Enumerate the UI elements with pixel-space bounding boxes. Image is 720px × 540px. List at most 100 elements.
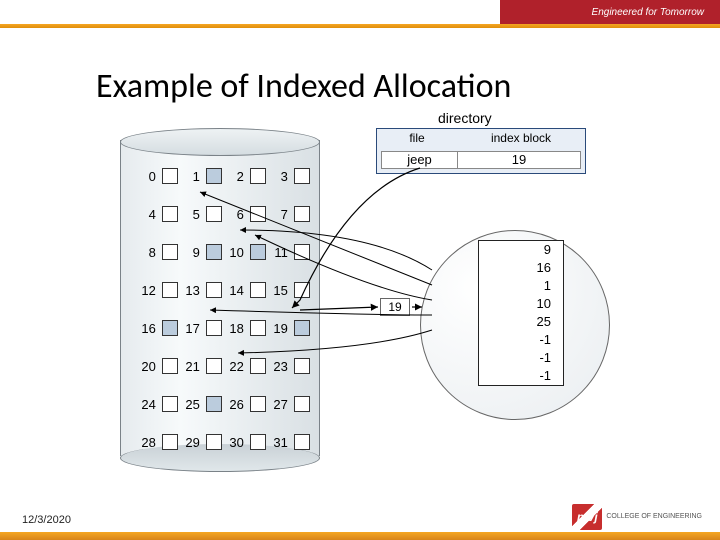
header-gold-bar — [0, 24, 720, 28]
block-number-label: 1 — [184, 169, 200, 184]
disk-block — [206, 206, 222, 222]
disk-row: 0 1 2 3 — [140, 168, 310, 184]
block-number-label: 13 — [184, 283, 200, 298]
block-number-label: 9 — [184, 245, 200, 260]
disk-block — [250, 320, 266, 336]
block-number-label: 27 — [272, 397, 288, 412]
block-number-label: 29 — [184, 435, 200, 450]
block-number-label: 22 — [228, 359, 244, 374]
index-entry: -1 — [479, 331, 563, 349]
directory-col-file: file — [377, 131, 457, 145]
block-number-label: 30 — [228, 435, 244, 450]
block-number-label: 31 — [272, 435, 288, 450]
disk-block — [206, 244, 222, 260]
disk-block — [294, 168, 310, 184]
disk-block — [162, 396, 178, 412]
block-number-label: 19 — [272, 321, 288, 336]
index-entry: 25 — [479, 313, 563, 331]
block-number-label: 2 — [228, 169, 244, 184]
directory-heading: directory — [438, 110, 492, 126]
disk-block — [294, 358, 310, 374]
disk-block — [250, 206, 266, 222]
disk-row: 12 13 14 15 — [140, 282, 310, 298]
disk-block — [294, 282, 310, 298]
block-number-label: 26 — [228, 397, 244, 412]
disk-block — [162, 282, 178, 298]
index-entry: -1 — [479, 367, 563, 385]
block-number-label: 12 — [140, 283, 156, 298]
disk-block — [250, 168, 266, 184]
disk-block — [206, 434, 222, 450]
disk-block — [250, 244, 266, 260]
header-tagline: Engineered for Tomorrow — [552, 0, 720, 24]
disk-block — [206, 320, 222, 336]
directory-entry-index: 19 — [458, 152, 580, 168]
disk-block — [206, 396, 222, 412]
directory-header-row: file index block — [377, 131, 585, 145]
index-block-id-box: 19 — [380, 298, 410, 316]
index-entry: 10 — [479, 295, 563, 313]
disk-block — [162, 434, 178, 450]
disk-block — [250, 282, 266, 298]
disk-block — [162, 168, 178, 184]
disk-block — [162, 244, 178, 260]
disk-block — [294, 434, 310, 450]
disk-block — [294, 206, 310, 222]
block-number-label: 14 — [228, 283, 244, 298]
disk-block — [250, 434, 266, 450]
disk-block — [162, 206, 178, 222]
directory-table: file index block jeep 19 — [376, 128, 586, 174]
block-number-label: 24 — [140, 397, 156, 412]
diagram-area: 0123456789101112131415161718192021222324… — [120, 110, 620, 490]
disk-block — [250, 396, 266, 412]
index-entry: -1 — [479, 349, 563, 367]
block-number-label: 6 — [228, 207, 244, 222]
footer-gold-bar — [0, 532, 720, 540]
disk-block — [206, 282, 222, 298]
block-number-label: 10 — [228, 245, 244, 260]
block-number-label: 5 — [184, 207, 200, 222]
disk-block — [250, 358, 266, 374]
index-entry: 9 — [479, 241, 563, 259]
disk-row: 16171819 — [140, 320, 310, 336]
disk-row: 24 25 26 27 — [140, 396, 310, 412]
disk-cylinder: 0123456789101112131415161718192021222324… — [120, 128, 320, 468]
index-entry: 1 — [479, 277, 563, 295]
block-number-label: 4 — [140, 207, 156, 222]
slide-header: Engineered for Tomorrow — [0, 0, 720, 52]
block-number-label: 18 — [228, 321, 244, 336]
disk-block — [294, 396, 310, 412]
logo-icon: mvj — [572, 504, 602, 530]
disk-row: 28 29 30 31 — [140, 434, 310, 450]
page-title: Example of Indexed Allocation — [0, 52, 720, 107]
block-number-label: 28 — [140, 435, 156, 450]
disk-block — [206, 358, 222, 374]
index-block-contents: 91611025-1-1-1 — [478, 240, 564, 386]
footer-date: 12/3/2020 — [22, 514, 71, 526]
logo-subtext: COLLEGE OF ENGINEERING — [606, 513, 702, 521]
block-number-label: 25 — [184, 397, 200, 412]
index-entry: 16 — [479, 259, 563, 277]
disk-row: 4 5 6 7 — [140, 206, 310, 222]
block-number-label: 23 — [272, 359, 288, 374]
disk-block — [162, 320, 178, 336]
disk-block — [294, 244, 310, 260]
block-number-label: 20 — [140, 359, 156, 374]
footer-logo: mvj COLLEGE OF ENGINEERING — [572, 504, 702, 530]
block-number-label: 0 — [140, 169, 156, 184]
directory-entry-file: jeep — [382, 152, 458, 168]
directory-col-index: index block — [457, 131, 585, 145]
block-number-label: 15 — [272, 283, 288, 298]
disk-block — [294, 320, 310, 336]
block-number-label: 16 — [140, 321, 156, 336]
block-number-label: 21 — [184, 359, 200, 374]
block-number-label: 11 — [272, 245, 288, 260]
disk-row: 20 21 22 23 — [140, 358, 310, 374]
cylinder-top-ellipse — [120, 128, 320, 156]
directory-entry-row: jeep 19 — [381, 151, 581, 169]
block-number-label: 3 — [272, 169, 288, 184]
disk-row: 891011 — [140, 244, 310, 260]
disk-block — [162, 358, 178, 374]
disk-block — [206, 168, 222, 184]
block-number-label: 7 — [272, 207, 288, 222]
